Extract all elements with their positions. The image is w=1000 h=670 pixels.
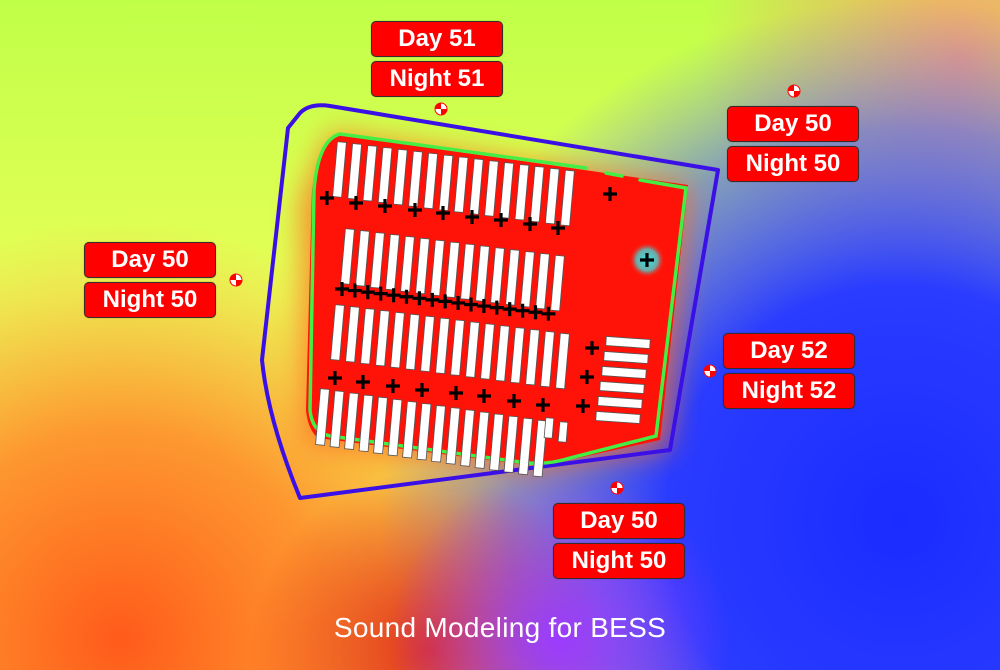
receiver-east-labels: Day 52 Night 52 <box>723 333 855 413</box>
day-level-label: Day 50 <box>553 503 685 539</box>
night-level-label: Night 50 <box>84 282 216 318</box>
night-level-label: Night 50 <box>727 146 859 182</box>
night-level-label: Night 51 <box>371 61 503 97</box>
night-level-label: Night 50 <box>553 543 685 579</box>
page-title: Sound Modeling for BESS <box>333 612 667 643</box>
receiver-north-labels: Day 51 Night 51 <box>371 21 503 101</box>
day-level-label: Day 51 <box>371 21 503 57</box>
night-level-label: Night 52 <box>723 373 855 409</box>
day-level-label: Day 52 <box>723 333 855 369</box>
day-level-label: Day 50 <box>727 106 859 142</box>
receiver-target-icon <box>610 481 624 495</box>
receiver-west-labels: Day 50 Night 50 <box>84 242 216 322</box>
receiver-target-icon <box>703 364 717 378</box>
receiver-target-icon <box>229 273 243 287</box>
day-level-label: Day 50 <box>84 242 216 278</box>
receiver-target-icon <box>787 84 801 98</box>
bess-container-icon <box>543 417 555 439</box>
receiver-south-labels: Day 50 Night 50 <box>553 503 685 583</box>
bess-container-icon <box>557 421 569 443</box>
receiver-target-icon <box>434 102 448 116</box>
receiver-northeast-labels: Day 50 Night 50 <box>727 106 859 186</box>
